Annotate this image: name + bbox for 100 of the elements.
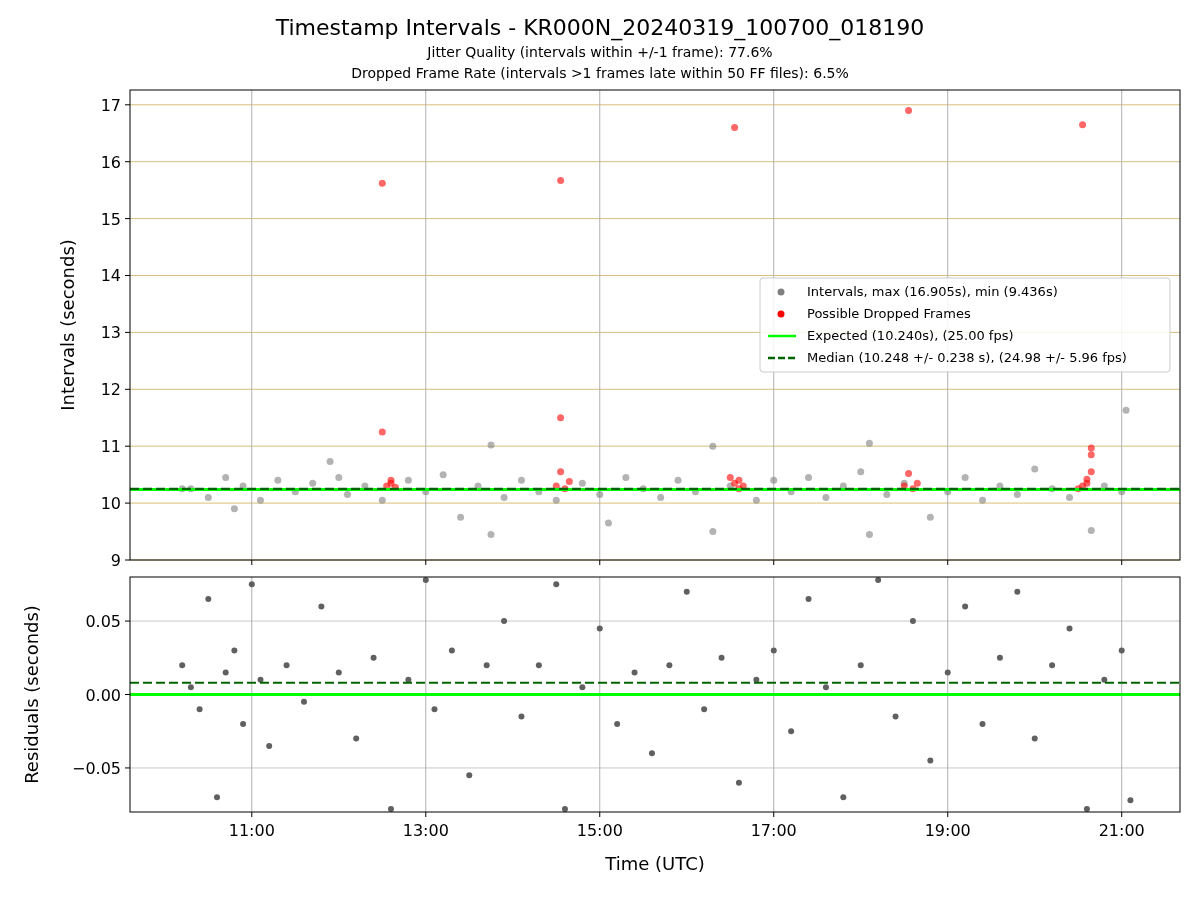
scatter-point bbox=[1049, 662, 1056, 669]
scatter-point bbox=[926, 513, 934, 521]
scatter-point bbox=[557, 176, 565, 184]
scatter-point bbox=[179, 662, 186, 669]
scatter-point bbox=[274, 476, 282, 484]
scatter-point bbox=[596, 625, 603, 632]
scatter-point bbox=[318, 603, 325, 610]
tick-label: 19:00 bbox=[924, 821, 971, 840]
scatter-point bbox=[388, 806, 394, 813]
tick-label: 9 bbox=[110, 551, 121, 566]
scatter-point bbox=[231, 647, 238, 654]
scatter-point bbox=[805, 596, 812, 603]
scatter-point bbox=[683, 588, 690, 595]
legend-label: Intervals, max (16.905s), min (9.436s) bbox=[807, 284, 1058, 299]
scatter-point bbox=[666, 662, 673, 669]
scatter-point bbox=[422, 488, 430, 496]
scatter-point bbox=[457, 513, 465, 521]
axis-title: Residuals (seconds) bbox=[21, 605, 42, 784]
scatter-point bbox=[518, 713, 525, 720]
scatter-point bbox=[230, 505, 238, 513]
tick-label: 0.05 bbox=[85, 612, 121, 632]
scatter-point bbox=[335, 669, 342, 676]
scatter-point bbox=[326, 458, 334, 466]
scatter-point bbox=[501, 618, 508, 625]
scatter-point bbox=[979, 720, 986, 727]
tick-label: 15 bbox=[100, 209, 121, 229]
scatter-point bbox=[892, 713, 899, 720]
scatter-point bbox=[474, 482, 482, 490]
scatter-point bbox=[557, 468, 565, 476]
chart-subtitle: Jitter Quality (intervals within +/-1 frame): 77.6% bbox=[427, 43, 773, 62]
scatter-point bbox=[257, 496, 264, 504]
scatter-point bbox=[996, 654, 1003, 661]
scatter-point bbox=[335, 474, 343, 481]
scatter-point bbox=[378, 496, 386, 504]
chart-title: Timestamp Intervals - KR000N_20240319_100700_018190 bbox=[275, 14, 925, 42]
scatter-point bbox=[214, 794, 220, 801]
scatter-point bbox=[487, 530, 495, 538]
scatter-point bbox=[865, 439, 873, 447]
scatter-point bbox=[1101, 676, 1108, 683]
scatter-point bbox=[927, 757, 934, 764]
scatter-point bbox=[944, 669, 951, 676]
scatter-point bbox=[448, 647, 455, 654]
scatter-point bbox=[1066, 625, 1073, 632]
scatter-point bbox=[944, 488, 952, 496]
tick-label: 17 bbox=[100, 95, 121, 115]
scatter-point bbox=[718, 654, 725, 661]
scatter-point bbox=[517, 476, 525, 484]
scatter-point bbox=[709, 528, 717, 536]
scatter-point bbox=[301, 698, 307, 705]
scatter-point bbox=[240, 720, 247, 727]
scatter-point bbox=[822, 493, 830, 501]
scatter-point bbox=[422, 576, 429, 583]
scatter-point bbox=[535, 488, 543, 496]
scatter-point bbox=[822, 684, 829, 691]
scatter-point bbox=[709, 442, 717, 450]
scatter-point bbox=[639, 485, 647, 493]
scatter-point bbox=[535, 662, 542, 669]
tick-label: 10 bbox=[100, 494, 121, 514]
scatter-point bbox=[962, 603, 969, 610]
scatter-point bbox=[1014, 588, 1021, 595]
tick-label: 21:00 bbox=[1098, 821, 1145, 840]
scatter-point bbox=[1079, 121, 1087, 129]
scatter-point bbox=[1013, 491, 1021, 499]
tick-label: 17:00 bbox=[750, 821, 797, 840]
scatter-point bbox=[753, 676, 760, 683]
scatter-point bbox=[905, 470, 913, 477]
scatter-point bbox=[204, 493, 212, 501]
scatter-point bbox=[961, 474, 969, 481]
scatter-point bbox=[466, 772, 473, 779]
scatter-point bbox=[614, 720, 621, 727]
scatter-point bbox=[865, 530, 873, 538]
legend-label: Median (10.248 +/- 0.238 s), (24.98 +/- 5.96 fps) bbox=[807, 350, 1127, 365]
scatter-point bbox=[222, 669, 229, 676]
scatter-point bbox=[735, 779, 742, 786]
scatter-point bbox=[674, 476, 682, 484]
tick-label: 13:00 bbox=[402, 821, 449, 840]
scatter-point bbox=[857, 468, 865, 476]
scatter-point bbox=[839, 482, 847, 490]
scatter-point bbox=[257, 676, 264, 683]
scatter-point bbox=[648, 750, 655, 757]
scatter-point bbox=[439, 471, 447, 479]
scatter-point bbox=[596, 491, 604, 499]
scatter-point bbox=[788, 728, 795, 735]
scatter-point bbox=[1048, 485, 1056, 493]
scatter-point bbox=[187, 684, 194, 691]
scatter-point bbox=[770, 647, 777, 654]
scatter-point bbox=[909, 618, 916, 625]
scatter-point bbox=[805, 474, 813, 481]
tick-label: 16 bbox=[100, 152, 121, 172]
scatter-point bbox=[1127, 797, 1134, 804]
scatter-point bbox=[787, 488, 795, 496]
scatter-point bbox=[631, 669, 638, 676]
axis-title: Intervals (seconds) bbox=[57, 239, 78, 411]
scatter-point bbox=[1083, 806, 1090, 813]
scatter-point bbox=[1118, 647, 1125, 654]
scatter-point bbox=[196, 706, 203, 713]
scatter-point bbox=[883, 491, 891, 499]
scatter-point bbox=[979, 496, 987, 504]
scatter-point bbox=[378, 179, 386, 187]
scatter-point bbox=[222, 474, 230, 481]
